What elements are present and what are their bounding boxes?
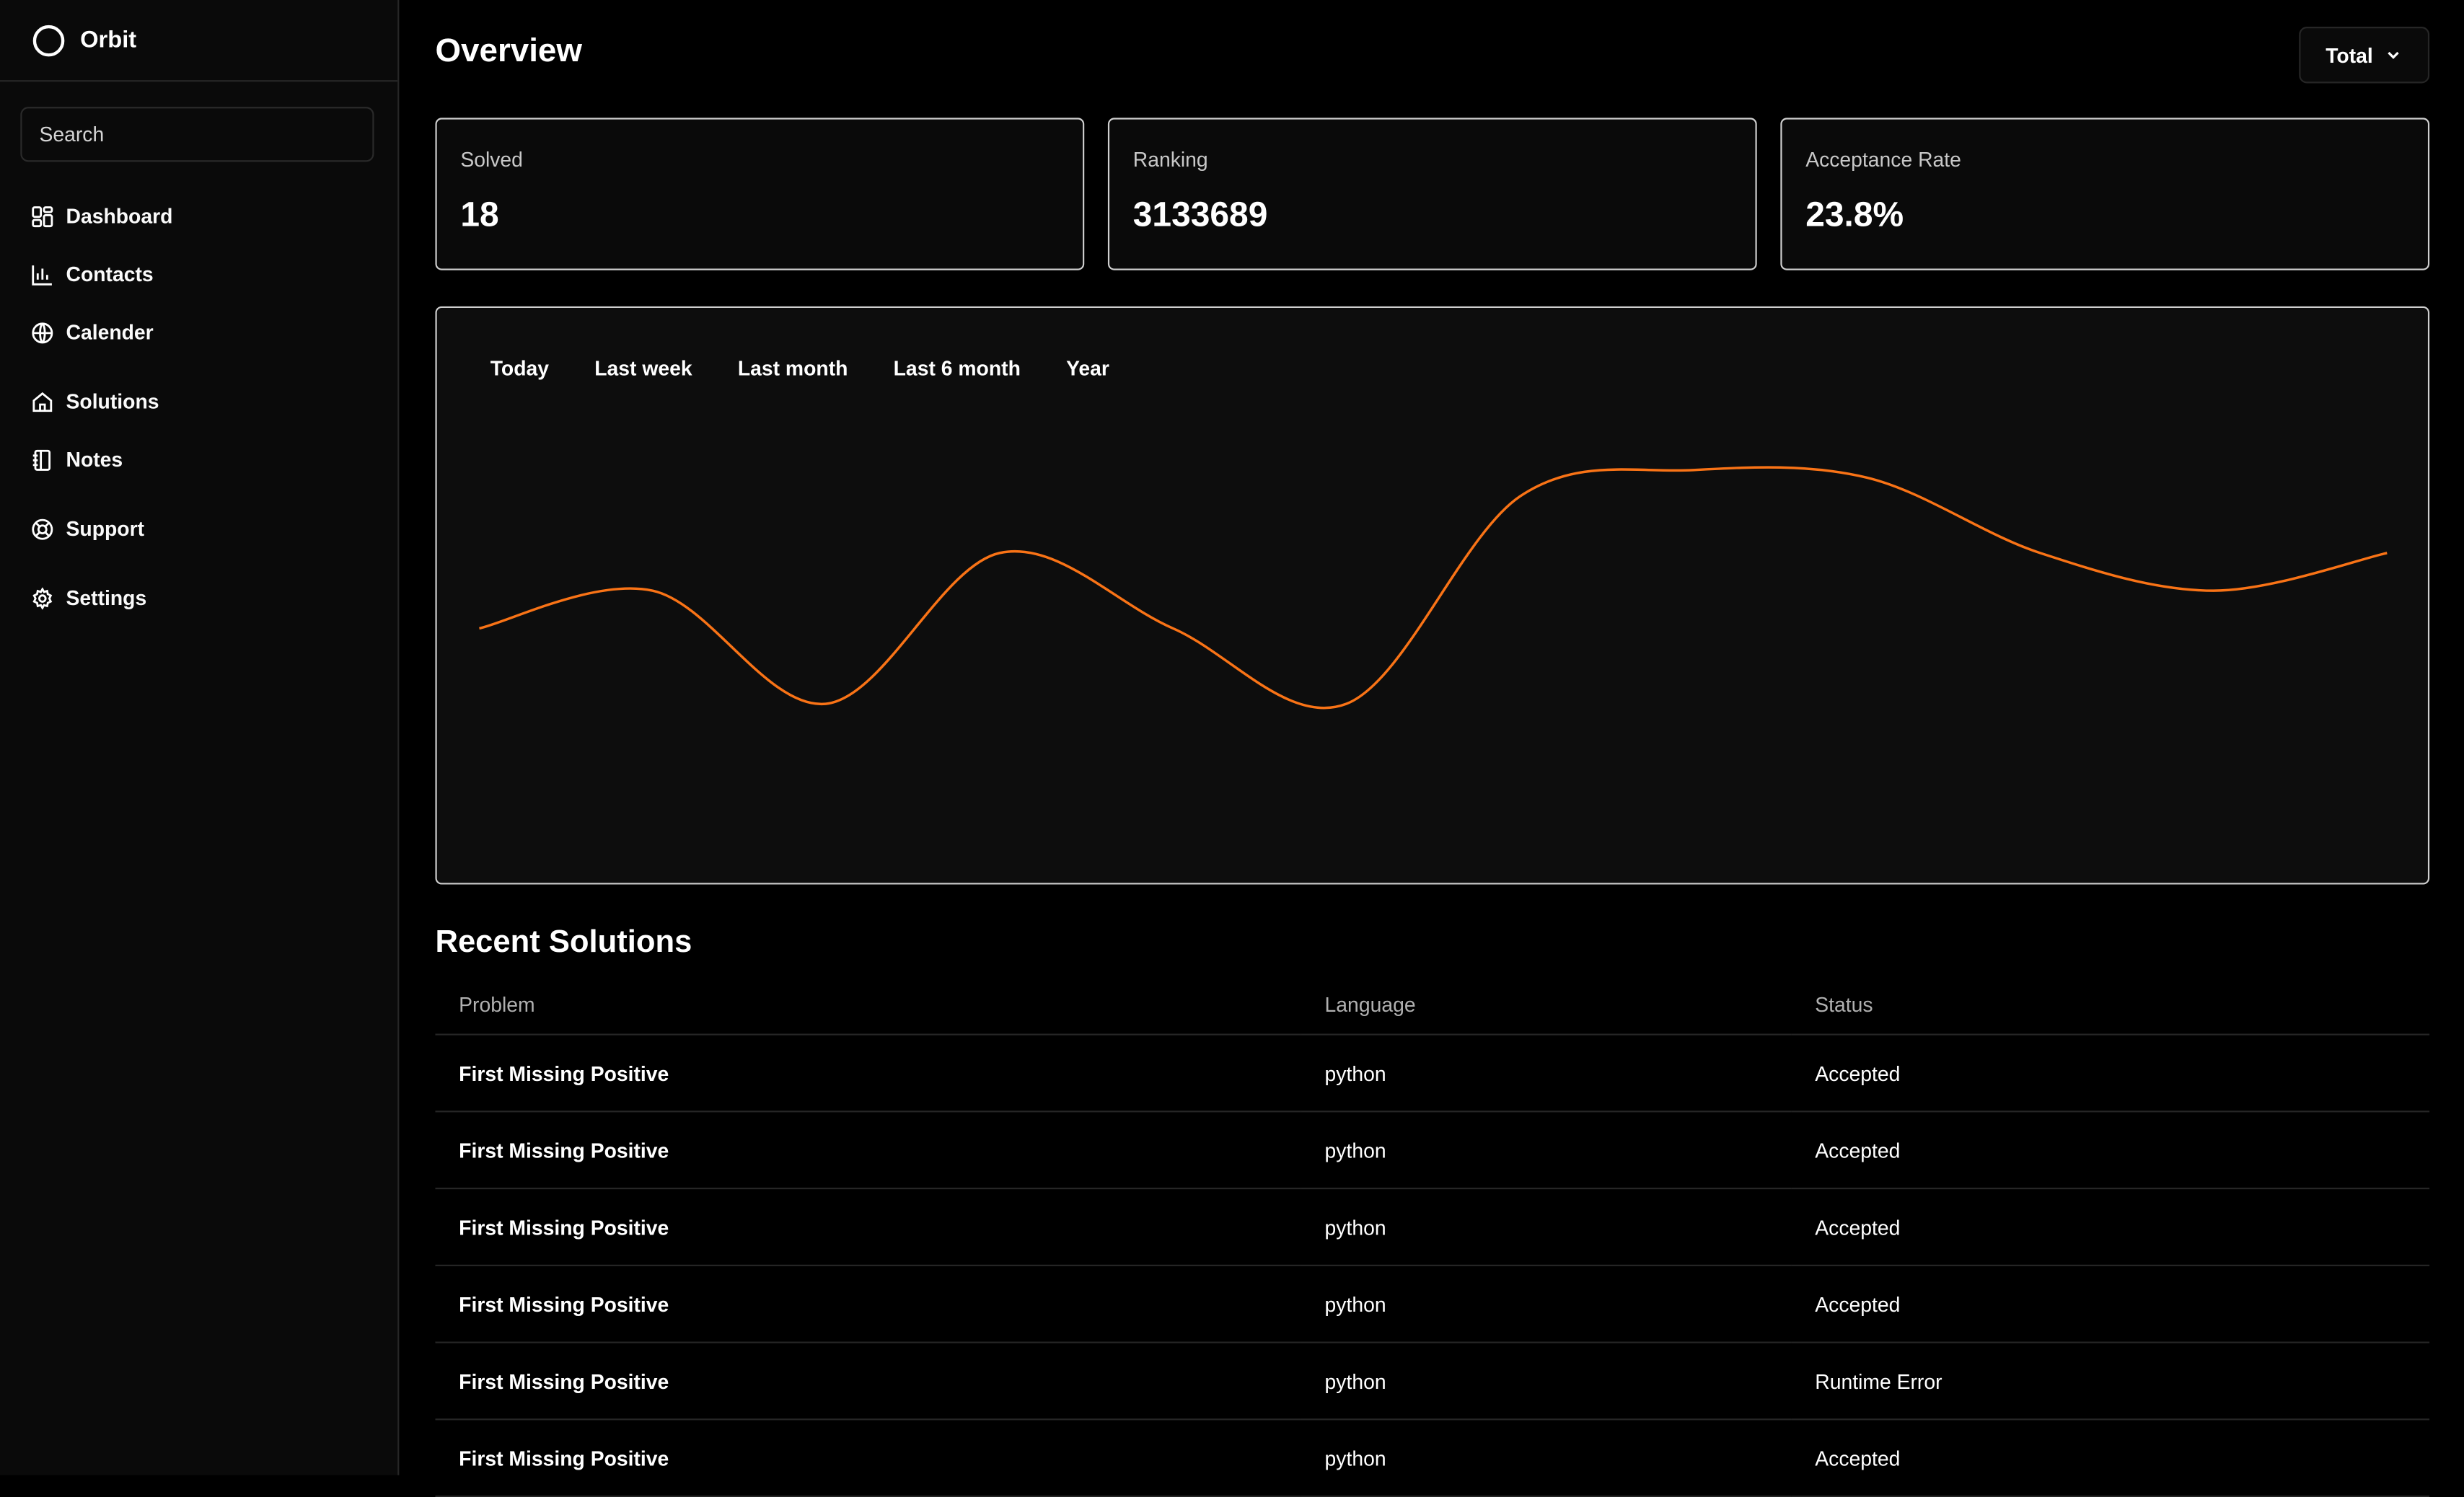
sidebar-item-dashboard[interactable]: Dashboard bbox=[32, 204, 173, 228]
table-row[interactable]: First Missing Positive python Accepted bbox=[435, 1188, 2430, 1266]
problem-cell: First Missing Positive bbox=[435, 1265, 1301, 1343]
status-cell: Runtime Error bbox=[1791, 1342, 2430, 1421]
brand[interactable]: Orbit bbox=[0, 0, 398, 82]
sidebar-item-label: Dashboard bbox=[66, 204, 173, 228]
stat-value: 23.8% bbox=[1805, 195, 1904, 234]
search-input[interactable] bbox=[20, 107, 374, 162]
chevron-down-icon bbox=[2388, 51, 2399, 59]
stat-card-ranking: Ranking 3133689 bbox=[1107, 118, 1757, 270]
sidebar: Orbit Dashboard Contacts Calender Solu bbox=[0, 0, 400, 1475]
table-row[interactable]: First Missing Positive python Accepted bbox=[435, 1419, 2430, 1497]
status-cell: Accepted bbox=[1791, 1111, 2430, 1190]
sidebar-item-settings[interactable]: Settings bbox=[32, 586, 147, 610]
lifebuoy-icon bbox=[32, 518, 54, 540]
table-row[interactable]: First Missing Positive python Accepted bbox=[435, 1265, 2430, 1343]
tab-last-6-month[interactable]: Last 6 month bbox=[894, 357, 1021, 381]
problem-cell: First Missing Positive bbox=[435, 1419, 1301, 1497]
sidebar-item-calender[interactable]: Calender bbox=[32, 320, 154, 344]
home-icon bbox=[32, 390, 54, 412]
language-cell: python bbox=[1301, 1111, 1792, 1190]
stat-value: 3133689 bbox=[1132, 195, 1268, 234]
status-cell: Accepted bbox=[1791, 1034, 2430, 1113]
tab-year[interactable]: Year bbox=[1066, 357, 1109, 381]
sidebar-item-label: Contacts bbox=[66, 262, 154, 286]
status-cell: Accepted bbox=[1791, 1188, 2430, 1266]
total-filter-dropdown[interactable]: Total bbox=[2299, 27, 2430, 84]
stat-label: Solved bbox=[460, 147, 523, 172]
chart-range-tabs: Today Last week Last month Last 6 month … bbox=[490, 357, 1155, 381]
language-cell: python bbox=[1301, 1342, 1792, 1421]
table-row[interactable]: First Missing Positive python Accepted bbox=[435, 1111, 2430, 1190]
recent-solutions-table: Problem Language Status First Missing Po… bbox=[435, 973, 2430, 1497]
column-header-language: Language bbox=[1301, 973, 1792, 1035]
line-chart bbox=[479, 466, 2388, 710]
chart-card: Today Last week Last month Last 6 month … bbox=[435, 306, 2430, 885]
app-root: Orbit Dashboard Contacts Calender Solu bbox=[0, 0, 2464, 1497]
problem-cell: First Missing Positive bbox=[435, 1342, 1301, 1421]
problem-cell: First Missing Positive bbox=[435, 1188, 1301, 1266]
app-name: Orbit bbox=[80, 27, 137, 54]
stat-value: 18 bbox=[460, 195, 499, 234]
language-cell: python bbox=[1301, 1265, 1792, 1343]
column-header-problem: Problem bbox=[435, 973, 1301, 1035]
stat-card-acceptance-rate: Acceptance Rate 23.8% bbox=[1780, 118, 2430, 270]
table-header-row: Problem Language Status bbox=[435, 973, 2430, 1035]
language-cell: python bbox=[1301, 1034, 1792, 1113]
stat-label: Ranking bbox=[1132, 147, 1208, 172]
stat-label: Acceptance Rate bbox=[1805, 147, 1961, 172]
language-cell: python bbox=[1301, 1419, 1792, 1497]
sidebar-item-support[interactable]: Support bbox=[32, 516, 145, 541]
column-header-status: Status bbox=[1791, 973, 2430, 1035]
page-title: Overview bbox=[435, 32, 582, 69]
language-cell: python bbox=[1301, 1188, 1792, 1266]
sidebar-item-label: Solutions bbox=[66, 389, 159, 413]
stat-card-solved: Solved 18 bbox=[435, 118, 1085, 270]
status-cell: Accepted bbox=[1791, 1265, 2430, 1343]
recent-solutions-title: Recent Solutions bbox=[435, 925, 692, 961]
sidebar-item-solutions[interactable]: Solutions bbox=[32, 389, 159, 413]
gear-icon bbox=[32, 586, 54, 609]
sidebar-item-label: Settings bbox=[66, 586, 147, 610]
tab-last-week[interactable]: Last week bbox=[594, 357, 692, 381]
globe-icon bbox=[32, 322, 54, 344]
tab-today[interactable]: Today bbox=[490, 357, 549, 381]
orbit-logo-icon bbox=[32, 24, 65, 56]
problem-cell: First Missing Positive bbox=[435, 1111, 1301, 1190]
table-body: First Missing Positive python Accepted Firs… bbox=[435, 1034, 2430, 1497]
table-row[interactable]: First Missing Positive python Runtime Erro… bbox=[435, 1342, 2430, 1421]
series-line bbox=[479, 466, 2388, 710]
total-filter-label: Total bbox=[2326, 43, 2373, 67]
sidebar-item-label: Notes bbox=[66, 447, 123, 472]
bar-chart-icon bbox=[32, 263, 54, 286]
tab-last-month[interactable]: Last month bbox=[738, 357, 848, 381]
problem-cell: First Missing Positive bbox=[435, 1034, 1301, 1113]
sidebar-item-label: Calender bbox=[66, 320, 154, 345]
notebook-icon bbox=[32, 449, 54, 471]
sidebar-item-label: Support bbox=[66, 516, 145, 541]
status-cell: Accepted bbox=[1791, 1419, 2430, 1497]
table-row[interactable]: First Missing Positive python Accepted bbox=[435, 1034, 2430, 1113]
sidebar-item-contacts[interactable]: Contacts bbox=[32, 262, 154, 286]
sidebar-item-notes[interactable]: Notes bbox=[32, 448, 123, 472]
dashboard-icon bbox=[32, 205, 54, 227]
